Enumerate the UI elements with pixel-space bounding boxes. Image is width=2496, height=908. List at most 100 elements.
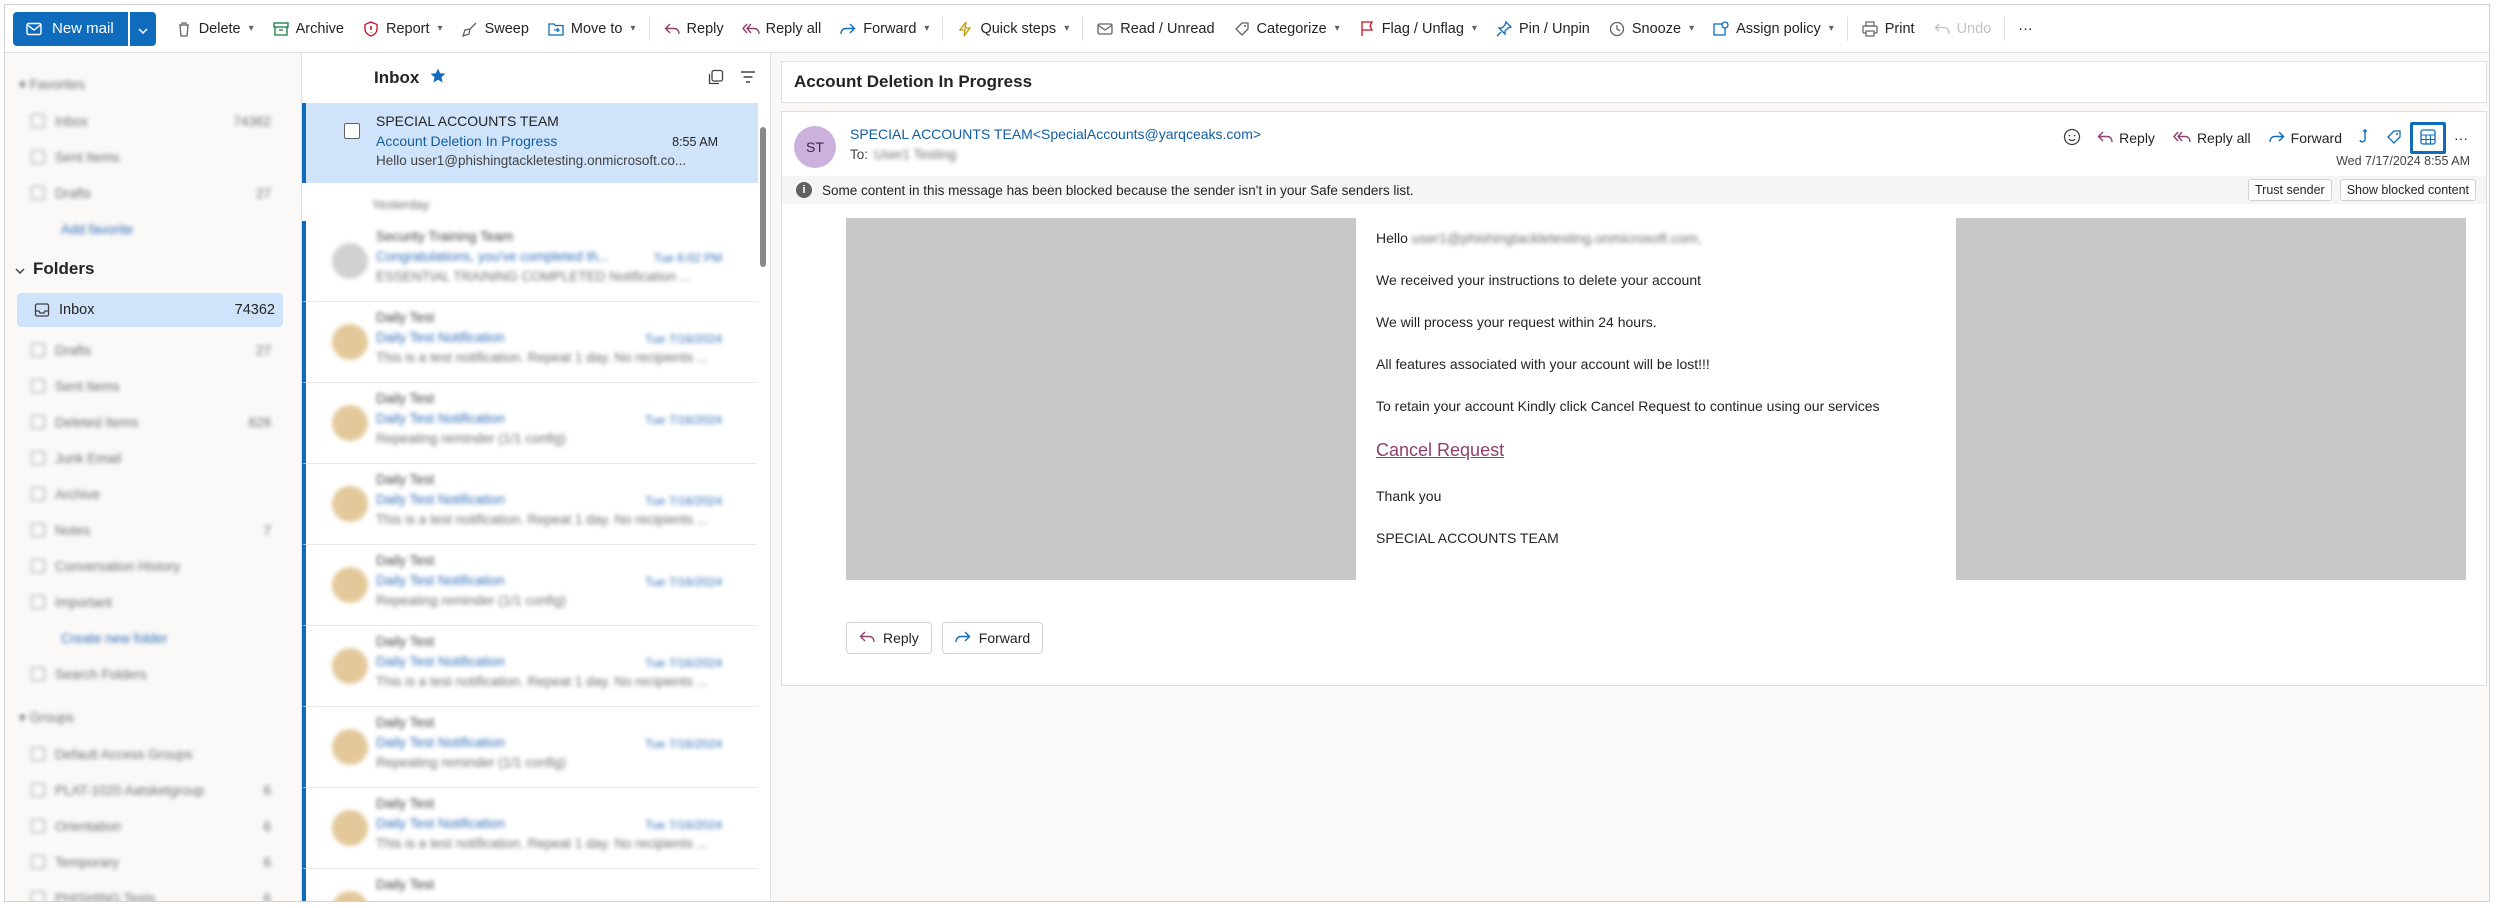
forward-button[interactable]: Forward ▾ bbox=[830, 12, 938, 46]
add-favorite-link[interactable]: Add favorite bbox=[61, 219, 133, 239]
pin-unpin-button[interactable]: Pin / Unpin bbox=[1486, 12, 1599, 46]
show-blocked-content-button[interactable]: Show blocked content bbox=[2339, 179, 2476, 201]
star-icon[interactable] bbox=[429, 67, 447, 90]
recipient-name[interactable]: User1 Testing bbox=[874, 147, 956, 162]
list-tools bbox=[708, 69, 756, 90]
move-to-button[interactable]: Move to ▾ bbox=[538, 12, 645, 46]
create-folder-link[interactable]: Create new folder bbox=[61, 628, 168, 648]
folder-item[interactable]: Drafts 27 bbox=[31, 340, 271, 360]
list-item[interactable]: Daily Test bbox=[302, 869, 758, 901]
group-item[interactable]: Orientation 6 bbox=[31, 816, 271, 836]
pin-icon bbox=[1495, 20, 1513, 38]
snooze-button[interactable]: Snooze ▾ bbox=[1599, 12, 1703, 46]
chevron-down-icon: ▾ bbox=[630, 23, 636, 34]
print-button[interactable]: Print bbox=[1852, 12, 1924, 46]
flag-unflag-button[interactable]: Flag / Unflag ▾ bbox=[1349, 12, 1486, 46]
message-reply-all-button[interactable]: Reply all bbox=[2165, 122, 2259, 154]
cancel-request-link[interactable]: Cancel Request bbox=[1376, 440, 1504, 461]
read-unread-label: Read / Unread bbox=[1120, 20, 1215, 37]
group-item[interactable]: PHISHING Tests 6 bbox=[31, 888, 271, 901]
message-forward-label: Forward bbox=[2290, 130, 2342, 146]
list-scrollbar[interactable] bbox=[760, 127, 766, 267]
new-mail-dropdown-button[interactable] bbox=[129, 11, 156, 46]
folder-item[interactable]: Sent Items bbox=[31, 376, 271, 396]
avatar[interactable]: ST bbox=[794, 126, 836, 168]
trust-sender-button[interactable]: Trust sender bbox=[2247, 179, 2332, 201]
more-actions-button[interactable]: ··· bbox=[2448, 122, 2474, 154]
archive-button[interactable]: Archive bbox=[263, 12, 353, 46]
list-item[interactable]: Daily Test Daily Test Notification Tue 7… bbox=[302, 383, 758, 464]
move-to-label: Move to bbox=[570, 20, 623, 37]
blocked-image-left bbox=[846, 218, 1356, 580]
list-item[interactable]: Daily Test Daily Test Notification Tue 7… bbox=[302, 707, 758, 788]
command-bar: New mail Delete ▾ Archive Report ▾ Sweep bbox=[5, 5, 2489, 53]
quick-steps-button[interactable]: Quick steps ▾ bbox=[947, 12, 1078, 46]
folder-item[interactable]: Search Folders bbox=[31, 664, 271, 684]
reply-button[interactable]: Reply bbox=[654, 12, 733, 46]
reply-all-button[interactable]: Reply all bbox=[733, 12, 831, 46]
read-unread-button[interactable]: Read / Unread bbox=[1087, 12, 1223, 46]
report-button[interactable]: Report ▾ bbox=[353, 12, 452, 46]
info-icon: i bbox=[796, 182, 812, 198]
list-item[interactable]: Daily Test Daily Test Notification Tue 7… bbox=[302, 788, 758, 869]
footer-forward-button[interactable]: Forward bbox=[941, 622, 1044, 654]
flag-icon bbox=[1358, 20, 1376, 38]
folder-move-icon bbox=[547, 20, 565, 38]
folder-item[interactable]: Important bbox=[31, 592, 271, 612]
message-checkbox[interactable] bbox=[344, 123, 360, 139]
reactions-button[interactable] bbox=[2057, 122, 2087, 154]
categorize-message-button[interactable] bbox=[2380, 122, 2408, 154]
immersive-reader-button[interactable] bbox=[2410, 122, 2446, 154]
group-item[interactable]: Temporary 6 bbox=[31, 852, 271, 872]
folder-item[interactable]: Junk Email bbox=[31, 448, 271, 468]
folders-header[interactable]: Folders bbox=[15, 259, 94, 279]
message-forward-button[interactable]: Forward bbox=[2261, 122, 2350, 154]
lightning-icon bbox=[956, 20, 974, 38]
assign-policy-button[interactable]: Assign policy ▾ bbox=[1703, 12, 1843, 46]
favorites-item-sent[interactable]: Sent Items bbox=[31, 147, 271, 167]
groups-header[interactable]: ▾ Groups bbox=[19, 708, 74, 728]
chevron-down-icon: ▾ bbox=[1471, 23, 1477, 34]
folder-item[interactable]: Notes 7 bbox=[31, 520, 271, 540]
policy-icon bbox=[1712, 20, 1730, 38]
filter-icon[interactable] bbox=[740, 69, 756, 90]
sender-address[interactable]: SPECIAL ACCOUNTS TEAM<SpecialAccounts@ya… bbox=[850, 126, 1261, 142]
phishing-report-button[interactable] bbox=[2352, 122, 2378, 154]
folder-item[interactable]: Archive bbox=[31, 484, 271, 504]
list-item[interactable]: Daily Test Daily Test Notification Tue 7… bbox=[302, 464, 758, 545]
favorites-item-inbox[interactable]: Inbox 74362 bbox=[31, 111, 271, 131]
message-sender: SPECIAL ACCOUNTS TEAM bbox=[376, 113, 559, 129]
chevron-down-icon: ▾ bbox=[1334, 23, 1340, 34]
shield-alert-icon bbox=[362, 20, 380, 38]
favorites-header[interactable]: ▾ Favorites bbox=[19, 75, 85, 95]
tag-icon bbox=[1233, 20, 1251, 38]
list-item[interactable]: Daily Test Daily Test Notification Tue 7… bbox=[302, 545, 758, 626]
favorites-item-drafts[interactable]: Drafts 27 bbox=[31, 183, 271, 203]
categorize-label: Categorize bbox=[1256, 20, 1327, 37]
categorize-button[interactable]: Categorize ▾ bbox=[1224, 12, 1349, 46]
selected-message-row[interactable]: SPECIAL ACCOUNTS TEAM Account Deletion I… bbox=[302, 103, 758, 183]
delete-button[interactable]: Delete ▾ bbox=[166, 12, 263, 46]
avatar bbox=[332, 810, 368, 846]
list-item[interactable]: Daily Test Daily Test Notification Tue 7… bbox=[302, 626, 758, 707]
folder-item[interactable]: Conversation History bbox=[31, 556, 271, 576]
message-list-title: Inbox bbox=[374, 68, 420, 87]
folder-item-inbox[interactable]: Inbox 74362 bbox=[17, 293, 283, 327]
message-reply-button[interactable]: Reply bbox=[2089, 122, 2163, 154]
chevron-down-icon: ▾ bbox=[1064, 23, 1070, 34]
sweep-button[interactable]: Sweep bbox=[452, 12, 538, 46]
list-item[interactable]: Security Training Team Congratulations, … bbox=[302, 221, 758, 302]
list-item[interactable]: Daily Test Daily Test Notification Tue 7… bbox=[302, 302, 758, 383]
broom-icon bbox=[461, 20, 479, 38]
more-options-button[interactable]: ··· bbox=[2009, 12, 2042, 46]
reply-icon bbox=[859, 630, 875, 647]
select-icon[interactable] bbox=[708, 69, 724, 90]
folder-item[interactable]: Deleted Items 628 bbox=[31, 412, 271, 432]
footer-reply-button[interactable]: Reply bbox=[846, 622, 932, 654]
group-item[interactable]: PLAT-1020 Aatsketgroup 6 bbox=[31, 780, 271, 800]
avatar bbox=[332, 243, 368, 279]
undo-button[interactable]: Undo bbox=[1924, 12, 2001, 46]
group-item[interactable]: Default Access Groups bbox=[31, 744, 271, 764]
new-mail-button[interactable]: New mail bbox=[13, 11, 128, 46]
chevron-down-icon: ▾ bbox=[1689, 23, 1695, 34]
